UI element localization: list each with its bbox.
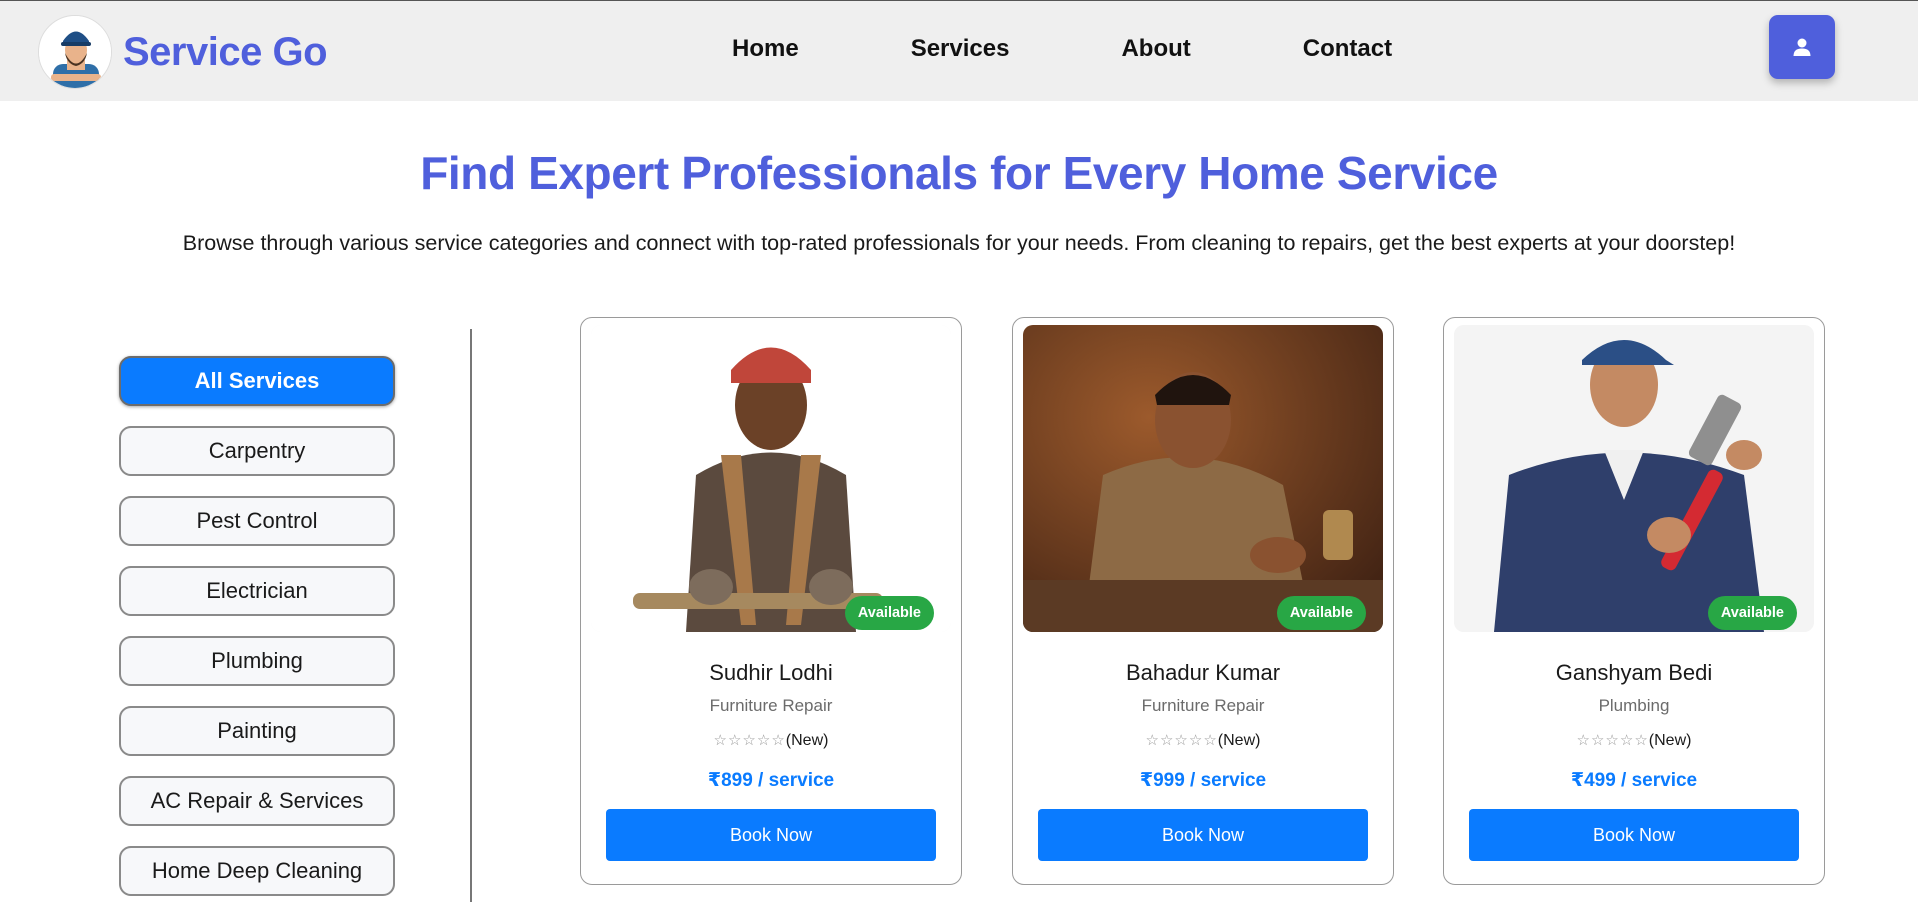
book-now-button[interactable]: Book Now (1038, 809, 1368, 861)
rating-label: (New) (1217, 732, 1261, 749)
professional-service: Furniture Repair (1141, 696, 1265, 715)
book-now-button[interactable]: Book Now (606, 809, 936, 861)
category-home-deep-cleaning[interactable]: Home Deep Cleaning (119, 846, 395, 896)
brand-name[interactable]: Service Go (123, 30, 328, 75)
plumber-mascot-icon (39, 16, 111, 88)
price: ₹899 / service (707, 770, 835, 791)
professional-name: Bahadur Kumar (1125, 660, 1281, 685)
professional-name: Sudhir Lodhi (709, 660, 833, 685)
category-all-services[interactable]: All Services (119, 356, 395, 406)
brand[interactable]: Service Go (38, 15, 328, 89)
user-icon (1793, 38, 1811, 56)
category-electrician[interactable]: Electrician (119, 566, 395, 616)
category-carpentry[interactable]: Carpentry (119, 426, 395, 476)
professional-card: Available Bahadur Kumar Furniture Repair… (1012, 317, 1394, 885)
rating: ☆☆☆☆☆(New) (581, 731, 961, 750)
star-rating-icon: ☆☆☆☆☆ (713, 732, 786, 749)
price: ₹499 / service (1570, 770, 1698, 791)
book-now-button[interactable]: Book Now (1469, 809, 1799, 861)
professional-service: Plumbing (1598, 696, 1670, 715)
category-sidebar: All Services Carpentry Pest Control Elec… (119, 356, 395, 902)
nav-home[interactable]: Home (732, 35, 799, 63)
category-ac-repair[interactable]: AC Repair & Services (119, 776, 395, 826)
sidebar-divider (470, 329, 472, 902)
page-subtitle: Browse through various service categorie… (182, 231, 1736, 255)
rating: ☆☆☆☆☆(New) (1444, 731, 1824, 750)
star-rating-icon: ☆☆☆☆☆ (1145, 732, 1218, 749)
availability-badge: Available (1707, 596, 1797, 630)
nav-contact[interactable]: Contact (1303, 35, 1392, 63)
availability-badge: Available (1276, 596, 1366, 630)
nav-about[interactable]: About (1121, 35, 1190, 63)
category-painting[interactable]: Painting (119, 706, 395, 756)
main-nav: Home Services About Contact (732, 35, 1504, 63)
professional-card: Available Sudhir Lodhi Furniture Repair … (580, 317, 962, 885)
rating: ☆☆☆☆☆(New) (1013, 731, 1393, 750)
professional-service: Furniture Repair (709, 696, 833, 715)
professional-photo: Available (591, 325, 951, 632)
price: ₹999 / service (1139, 770, 1267, 791)
availability-badge: Available (844, 596, 934, 630)
brand-logo[interactable] (38, 15, 112, 89)
professional-photo: Available (1023, 325, 1383, 632)
star-rating-icon: ☆☆☆☆☆ (1576, 732, 1649, 749)
profile-button[interactable] (1769, 15, 1835, 79)
rating-label: (New) (785, 732, 829, 749)
professional-card: Available Ganshyam Bedi Plumbing ☆☆☆☆☆(N… (1443, 317, 1825, 885)
nav-services[interactable]: Services (911, 35, 1010, 63)
professional-name: Ganshyam Bedi (1555, 660, 1713, 685)
page-title: Find Expert Professionals for Every Home… (420, 147, 1498, 199)
category-pest-control[interactable]: Pest Control (119, 496, 395, 546)
rating-label: (New) (1648, 732, 1692, 749)
category-plumbing[interactable]: Plumbing (119, 636, 395, 686)
navbar: Service Go Home Services About Contact (0, 0, 1918, 101)
professional-photo: Available (1454, 325, 1814, 632)
